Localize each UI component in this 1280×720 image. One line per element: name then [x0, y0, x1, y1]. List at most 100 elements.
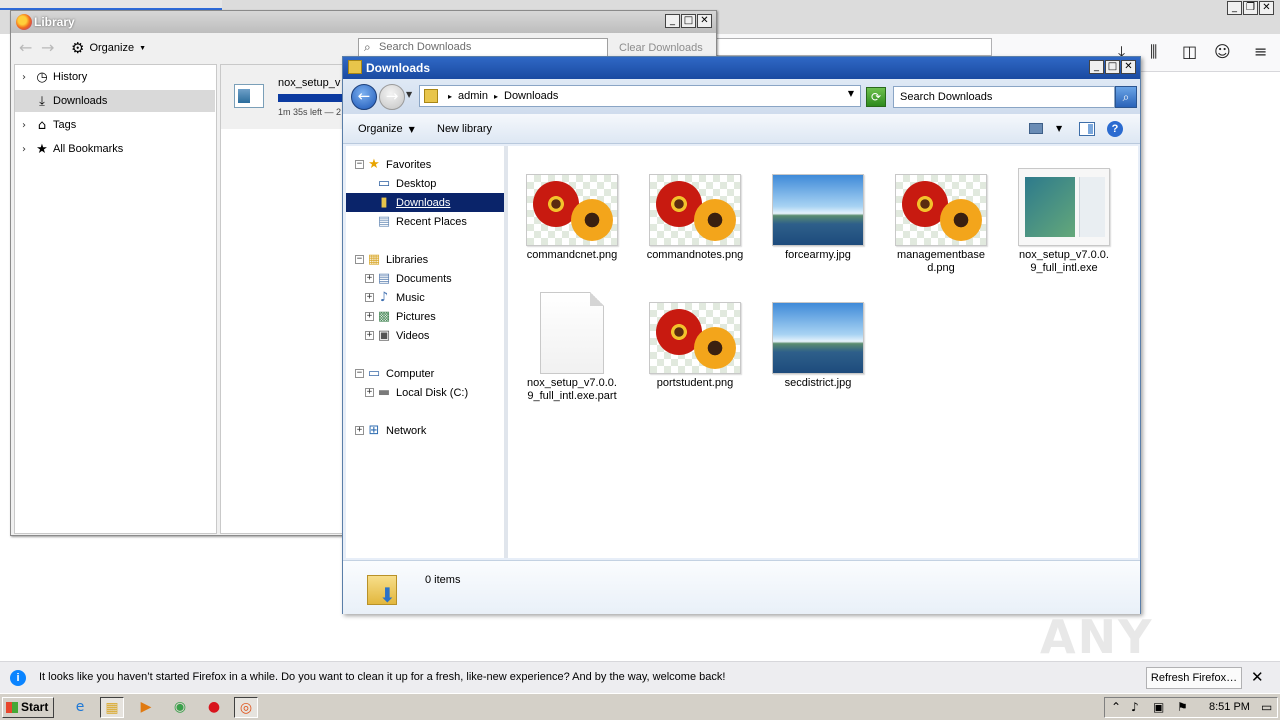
clear-downloads-button[interactable]: Clear Downloads	[619, 42, 703, 54]
collapse-toggle[interactable]: −	[355, 255, 364, 264]
view-dropdown-icon[interactable]: ▼	[1056, 124, 1062, 133]
maximize-button[interactable]: □	[1105, 60, 1120, 74]
libraries-icon: ▦	[367, 252, 381, 267]
nav-item-desktop[interactable]: ▭ Desktop	[346, 174, 504, 193]
change-view-icon[interactable]	[1029, 123, 1043, 134]
tree-item-downloads[interactable]: ⤓ Downloads	[15, 90, 215, 112]
item-count: 0 items	[425, 574, 461, 586]
menu-icon[interactable]: ≡	[1254, 42, 1267, 61]
account-icon[interactable]: ☺	[1214, 42, 1231, 61]
nav-item-pictures[interactable]: + ▩ Pictures	[346, 307, 504, 326]
nav-item-recent-places[interactable]: ▤ Recent Places	[346, 212, 504, 231]
expand-arrow-icon[interactable]: ›	[15, 72, 33, 83]
nav-item-computer[interactable]: − ▭ Computer	[346, 364, 504, 383]
close-button[interactable]: ✕	[1121, 60, 1136, 74]
help-icon[interactable]: ?	[1107, 121, 1123, 137]
media-player-icon[interactable]: ▶	[134, 697, 158, 718]
refresh-button[interactable]: ⟳	[866, 87, 886, 107]
nav-item-favorites[interactable]: − ★ Favorites	[346, 155, 504, 174]
windows-logo-icon	[6, 702, 18, 713]
firefox-url-bar[interactable]	[716, 38, 992, 56]
organize-button[interactable]: ⚙ Organize ▼	[71, 39, 146, 57]
file-item[interactable]: nox_setup_v7.0.0.9_full_intl.exe.part	[517, 292, 627, 403]
restore-button[interactable]: ❐	[1243, 1, 1258, 15]
nav-item-local-disk[interactable]: + ▬ Local Disk (C:)	[346, 383, 504, 402]
breadcrumb-admin[interactable]: admin	[458, 90, 488, 102]
expand-toggle[interactable]: +	[365, 274, 374, 283]
forward-arrow-icon[interactable]: →	[41, 38, 54, 57]
network-tray-icon[interactable]: ▣	[1153, 700, 1164, 714]
expand-toggle[interactable]: +	[365, 388, 374, 397]
new-library-button[interactable]: New library	[437, 123, 492, 135]
tray-expand-icon[interactable]: ⌃	[1111, 700, 1121, 714]
file-item[interactable]: secdistrict.jpg	[763, 302, 873, 390]
firefox-tab-strip[interactable]	[0, 0, 222, 10]
back-arrow-icon[interactable]: ←	[19, 38, 32, 57]
close-button[interactable]: ✕	[697, 14, 712, 28]
file-item[interactable]: forcearmy.jpg	[763, 174, 873, 262]
minimize-button[interactable]: _	[665, 14, 680, 28]
forward-button[interactable]: →	[379, 84, 405, 110]
music-icon: ♪	[379, 290, 389, 305]
expand-toggle[interactable]: +	[365, 312, 374, 321]
image-thumbnail	[526, 174, 618, 246]
minimize-button[interactable]: _	[1227, 1, 1242, 15]
library-search-input[interactable]: ⌕ Search Downloads	[358, 38, 608, 58]
download-status: 1m 35s left — 2	[278, 107, 342, 117]
flag-icon[interactable]: ⚑	[1177, 700, 1188, 714]
expand-arrow-icon[interactable]: ›	[15, 144, 33, 155]
history-dropdown-icon[interactable]: ▼	[406, 90, 412, 99]
nav-item-music[interactable]: + ♪ Music	[346, 288, 504, 307]
nav-item-libraries[interactable]: − ▦ Libraries	[346, 250, 504, 269]
tree-item-history[interactable]: › ◷ History	[15, 66, 215, 88]
expand-toggle[interactable]: +	[355, 426, 364, 435]
address-bar[interactable]: ▸ admin ▸ Downloads ▼	[419, 85, 861, 107]
opera-icon[interactable]: ●	[202, 697, 226, 718]
nav-item-network[interactable]: + ⊞ Network	[346, 421, 504, 440]
expand-arrow-icon[interactable]: ›	[15, 120, 33, 131]
minimize-button[interactable]: _	[1089, 60, 1104, 74]
sidebar-icon[interactable]: ◫	[1182, 42, 1197, 61]
search-icon[interactable]: ⌕	[1115, 86, 1137, 108]
file-item[interactable]: managementbased.png	[886, 174, 996, 275]
show-desktop-icon[interactable]: ▭	[1261, 700, 1272, 714]
breadcrumb-separator-icon[interactable]: ▸	[494, 92, 498, 101]
maximize-button[interactable]: □	[681, 14, 696, 28]
nav-item-downloads[interactable]: ▮ Downloads	[346, 193, 504, 212]
address-dropdown-icon[interactable]: ▼	[848, 89, 854, 98]
file-item[interactable]: commandcnet.png	[517, 174, 627, 262]
breadcrumb-downloads[interactable]: Downloads	[504, 90, 558, 102]
expand-toggle[interactable]: +	[365, 293, 374, 302]
preview-pane-icon[interactable]	[1079, 122, 1095, 136]
expand-toggle[interactable]: +	[365, 331, 374, 340]
download-icon: ⤓	[39, 93, 45, 109]
tree-item-tags[interactable]: › ⌂ Tags	[15, 114, 215, 136]
breadcrumb-separator-icon[interactable]: ▸	[448, 92, 452, 101]
collapse-toggle[interactable]: −	[355, 369, 364, 378]
organize-button[interactable]: Organize ▼	[358, 123, 415, 135]
address-toolbar: ← → ▼ ▸ admin ▸ Downloads ▼ ⟳ Search Dow…	[343, 79, 1140, 114]
computer-icon: ▭	[367, 366, 381, 381]
volume-icon[interactable]: ♪	[1131, 700, 1139, 714]
chrome-icon[interactable]: ◉	[168, 697, 192, 718]
library-title: Library	[34, 15, 75, 29]
start-button[interactable]: Start	[2, 697, 54, 718]
taskbar: Start e ▦ ▶ ◉ ● ◎ ⌃ ♪ ▣ ⚑ 8:51 PM ▭	[0, 693, 1280, 720]
nav-item-documents[interactable]: + ▤ Documents	[346, 269, 504, 288]
firefox-taskbar-icon[interactable]: ◎	[234, 697, 258, 718]
back-button[interactable]: ←	[351, 84, 377, 110]
explorer-taskbar-icon[interactable]: ▦	[100, 697, 124, 718]
tree-item-all-bookmarks[interactable]: › ★ All Bookmarks	[15, 138, 215, 160]
library-icon[interactable]: ⫼	[1150, 42, 1157, 62]
file-item[interactable]: portstudent.png	[640, 302, 750, 390]
close-button[interactable]: ✕	[1259, 1, 1274, 15]
refresh-firefox-button[interactable]: Refresh Firefox…	[1146, 667, 1242, 689]
internet-explorer-icon[interactable]: e	[68, 697, 92, 718]
close-icon[interactable]: ✕	[1251, 668, 1264, 686]
explorer-search-input[interactable]: Search Downloads	[893, 86, 1115, 108]
nav-item-videos[interactable]: + ▣ Videos	[346, 326, 504, 345]
collapse-toggle[interactable]: −	[355, 160, 364, 169]
clock[interactable]: 8:51 PM	[1209, 701, 1250, 713]
file-item[interactable]: nox_setup_v7.0.0.9_full_intl.exe	[1009, 168, 1119, 275]
file-item[interactable]: commandnotes.png	[640, 174, 750, 262]
